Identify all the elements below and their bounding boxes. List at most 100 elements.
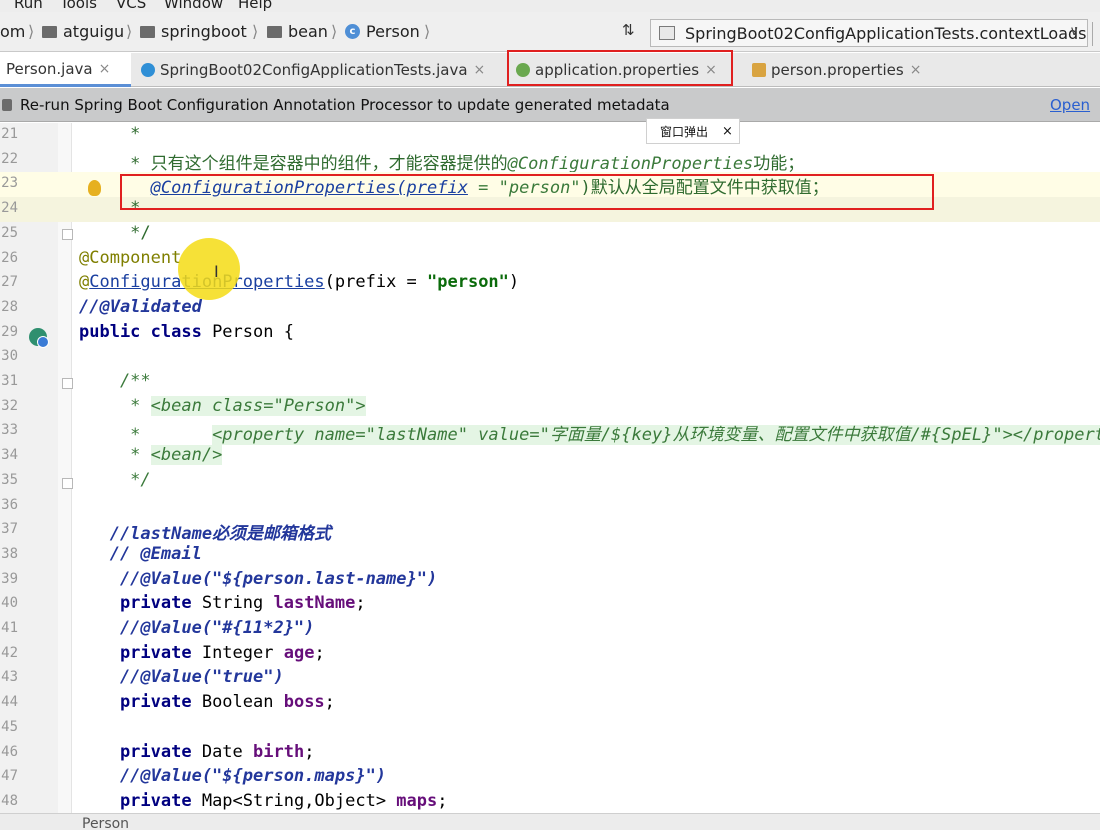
breadcrumb-person[interactable]: c Person xyxy=(345,22,420,41)
code-line[interactable]: 21 * xyxy=(0,123,1100,148)
tab-person-properties[interactable]: person.properties × xyxy=(746,53,936,87)
code-line[interactable]: 46 private Date birth; xyxy=(0,741,1100,766)
breadcrumb-bean[interactable]: bean xyxy=(267,22,328,41)
fold-toggle[interactable] xyxy=(62,478,73,489)
code-text: private Date birth; xyxy=(79,741,315,762)
code-token: Boolean xyxy=(201,692,284,713)
code-line[interactable]: 32 * <bean class="Person"> xyxy=(0,395,1100,420)
line-number: 41 xyxy=(1,620,18,636)
code-line[interactable]: 31 /** xyxy=(0,370,1100,395)
menu-help[interactable]: Help xyxy=(238,0,272,12)
code-token: Integer xyxy=(201,642,284,663)
code-token: Date xyxy=(201,741,254,762)
code-token: private xyxy=(79,593,202,614)
line-number: 44 xyxy=(1,694,18,711)
code-line[interactable]: 41 //@Value("#{11*2}") xyxy=(0,617,1100,642)
code-text: @ConfigurationProperties(prefix = "perso… xyxy=(79,272,519,292)
breadcrumb-springboot[interactable]: springboot xyxy=(140,22,247,41)
close-icon[interactable]: × xyxy=(910,62,922,78)
menu-window[interactable]: Window xyxy=(164,0,223,12)
code-token: private xyxy=(79,692,202,713)
line-number: 46 xyxy=(1,743,18,760)
tab-person-java[interactable]: Person.java × xyxy=(0,53,131,87)
code-line[interactable]: 27 @ConfigurationProperties(prefix = "per… xyxy=(0,271,1100,296)
code-line[interactable]: 29 public class Person { xyxy=(0,321,1100,346)
code-token: @ xyxy=(79,272,90,293)
lightbulb-icon[interactable] xyxy=(88,180,101,196)
annotation-highlight-box xyxy=(120,174,934,210)
code-text: private Map<String,Object> maps; xyxy=(79,791,448,811)
mouse-cursor-highlight xyxy=(178,238,240,300)
code-line[interactable]: 26 @Component xyxy=(0,247,1100,272)
code-line[interactable]: 43 //@Value("true") xyxy=(0,666,1100,691)
code-text: private String lastName; xyxy=(79,593,366,613)
status-text: Person xyxy=(82,816,130,830)
code-line[interactable]: 37 //lastName必须是邮箱格式 xyxy=(0,518,1100,545)
code-token: * xyxy=(79,124,141,144)
run-configuration-select[interactable]: SpringBoot02ConfigApplicationTests.conte… xyxy=(650,19,1088,47)
code-editor[interactable]: 21 * 22 * 只有这个组件是容器中的组件，才能容器提供的@Configura… xyxy=(0,123,1100,813)
code-line[interactable]: 30 xyxy=(0,345,1100,370)
code-line[interactable]: 40 private String lastName; xyxy=(0,592,1100,617)
line-number: 39 xyxy=(1,570,18,587)
line-number: 35 xyxy=(1,471,18,488)
line-number: 29 xyxy=(1,323,18,340)
line-number: 37 xyxy=(1,521,18,538)
menu-tools[interactable]: Tools xyxy=(60,0,97,12)
code-token: "person" xyxy=(427,272,509,293)
code-line[interactable]: 39 //@Value("${person.last-name}") xyxy=(0,568,1100,593)
code-line[interactable]: 36 xyxy=(0,494,1100,519)
code-token: */ xyxy=(79,469,151,490)
close-icon[interactable]: × xyxy=(99,61,111,77)
folder-icon xyxy=(267,25,282,38)
breadcrumb-atguigu[interactable]: atguigu xyxy=(42,22,124,41)
chevron-down-icon[interactable]: ∨ xyxy=(1069,24,1079,39)
line-number: 25 xyxy=(1,224,18,241)
code-token: age xyxy=(283,642,315,663)
code-token: @Component xyxy=(79,247,182,268)
menu-run[interactable]: Run xyxy=(14,0,43,12)
code-text: * <property name="lastName" value="字面量/$… xyxy=(79,420,1100,446)
code-text: //@Value("#{11*2}") xyxy=(79,618,314,638)
code-token: //@Value("true") xyxy=(79,667,284,688)
fold-toggle[interactable] xyxy=(62,229,73,240)
notification-open-link[interactable]: Open xyxy=(1050,96,1090,114)
code-line[interactable]: 47 //@Value("${person.maps}") xyxy=(0,765,1100,790)
line-number: 47 xyxy=(1,768,18,785)
close-icon[interactable]: × xyxy=(474,62,486,78)
code-line[interactable]: 48 private Map<String,Object> maps; xyxy=(0,790,1100,815)
code-line[interactable]: 38 // @Email xyxy=(0,543,1100,568)
close-icon[interactable]: × xyxy=(722,124,733,139)
code-line[interactable]: 25 */ xyxy=(0,222,1100,247)
code-token: @ConfigurationProperties xyxy=(507,153,754,174)
code-line[interactable]: 22 * 只有这个组件是容器中的组件，才能容器提供的@Configuration… xyxy=(0,148,1100,174)
tab-springboot-tests[interactable]: SpringBoot02ConfigApplicationTests.java … xyxy=(135,53,505,87)
code-line[interactable]: 44 private Boolean boss; xyxy=(0,691,1100,716)
menu-vcs[interactable]: VCS xyxy=(116,0,146,12)
code-line[interactable]: 34 * <bean/> xyxy=(0,444,1100,469)
sort-arrows-icon[interactable]: ⇅ xyxy=(622,21,635,39)
code-token: /** xyxy=(79,371,151,391)
code-line[interactable]: 35 */ xyxy=(0,469,1100,494)
line-number: 33 xyxy=(1,422,18,439)
line-number: 48 xyxy=(1,792,18,809)
code-text: private Integer age; xyxy=(79,643,325,663)
code-token: ; xyxy=(437,790,448,811)
code-token: //lastName必须是邮箱格式 xyxy=(79,524,332,545)
line-number: 30 xyxy=(1,348,18,365)
code-token: <bean class="Person"> xyxy=(150,395,366,416)
fold-toggle[interactable] xyxy=(62,378,73,389)
code-line[interactable]: 42 private Integer age; xyxy=(0,642,1100,667)
code-line[interactable]: 45 xyxy=(0,716,1100,741)
config-icon xyxy=(659,26,675,40)
code-line[interactable]: 33 * <property name="lastName" value="字面… xyxy=(0,419,1100,446)
line-number: 23 xyxy=(1,175,18,192)
code-line[interactable]: 28 //@Validated xyxy=(0,296,1100,321)
breadcrumb-separator: ⟩ xyxy=(252,22,259,41)
code-text: @Component xyxy=(79,248,181,268)
line-number: 45 xyxy=(1,718,18,735)
breadcrumb-separator: ⟩ xyxy=(126,22,133,41)
code-text: //@Value("${person.last-name}") xyxy=(79,569,437,589)
line-number: 43 xyxy=(1,669,18,686)
breadcrumb-root[interactable]: om xyxy=(0,22,25,41)
